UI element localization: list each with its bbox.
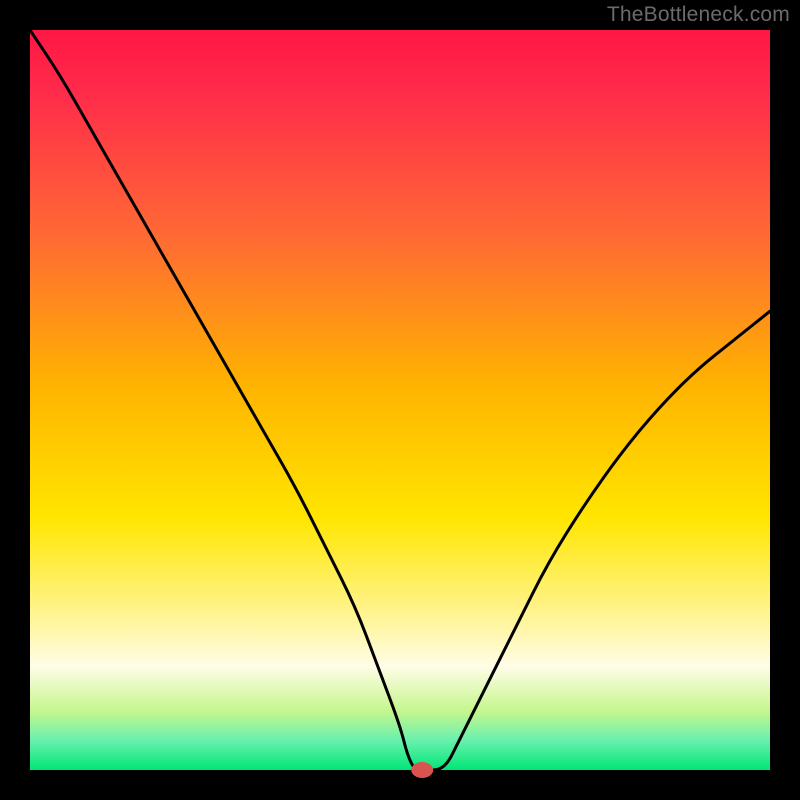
watermark-text: TheBottleneck.com [607,3,790,27]
chart-container: TheBottleneck.com [0,0,800,800]
bottleneck-chart [0,0,800,800]
bottleneck-marker [411,762,433,778]
plot-area [30,30,770,770]
